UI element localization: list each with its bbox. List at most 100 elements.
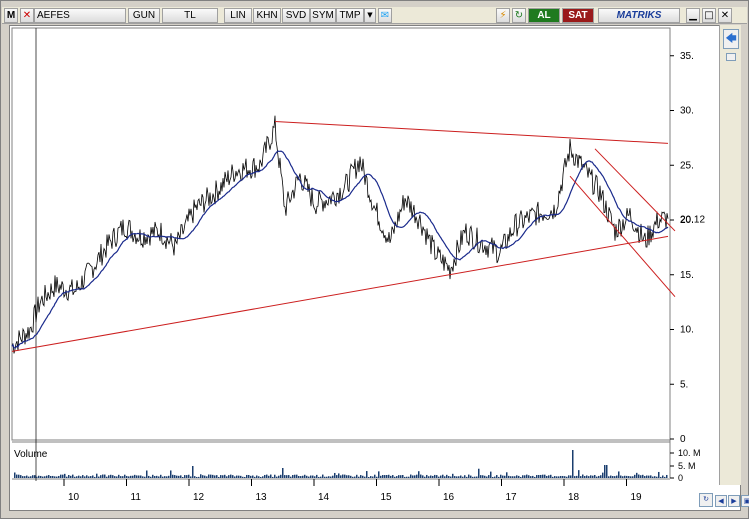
chart-area[interactable]: 35. 30. 25. 20. 15. 10. 5. 0 20.12 10 11 12 13 14 15 16… <box>9 25 741 511</box>
tmp-button[interactable]: TMP <box>336 8 364 23</box>
x-tick-label: 11 <box>131 492 142 503</box>
volume-bar <box>416 474 418 478</box>
volume-bar <box>90 476 92 478</box>
volume-bar <box>102 474 104 478</box>
volume-bar <box>48 475 50 478</box>
volume-bar <box>240 475 242 478</box>
volume-bar <box>572 450 574 478</box>
volume-bar <box>544 474 546 478</box>
volume-bar <box>26 475 28 478</box>
close-icon[interactable]: ✕ <box>718 8 732 23</box>
volume-bar <box>500 474 502 478</box>
volume-tick-label: 5. M <box>678 461 696 471</box>
volume-bar <box>616 475 618 478</box>
volume-bar <box>320 476 322 478</box>
refresh-icon[interactable]: ↻ <box>699 493 713 507</box>
volume-bar <box>436 475 438 478</box>
volume-bar <box>542 474 544 478</box>
volume-bar <box>590 475 592 478</box>
volume-bar <box>618 471 620 478</box>
volume-bar <box>586 475 588 478</box>
volume-bar <box>422 475 424 478</box>
volume-bar <box>222 475 224 478</box>
volume-bar <box>350 475 352 478</box>
menu-button[interactable]: M <box>4 8 18 23</box>
volume-bar <box>494 476 496 478</box>
volume-bar <box>58 475 60 478</box>
volume-bar <box>432 475 434 478</box>
x-tick-label: 15 <box>381 492 393 503</box>
arrow-left-icon[interactable]: 🡄 <box>723 29 739 49</box>
volume-bar <box>128 476 130 478</box>
volume-bar <box>464 475 466 478</box>
symbol-field[interactable]: AEFES <box>34 8 126 23</box>
volume-bar <box>20 475 22 478</box>
sell-button[interactable]: SAT <box>562 8 594 23</box>
scroll-left-icon[interactable]: ◀ <box>715 495 727 507</box>
volume-bar <box>242 476 244 478</box>
volume-bar <box>218 476 220 478</box>
volume-bar <box>54 476 56 478</box>
volume-bar <box>600 475 602 478</box>
volume-bar <box>548 475 550 478</box>
volume-bar <box>630 476 632 478</box>
volume-bar <box>596 476 598 478</box>
small-square-icon[interactable] <box>726 53 736 61</box>
svd-button[interactable]: SVD <box>282 8 310 23</box>
volume-bar <box>314 476 316 478</box>
volume-bar <box>176 475 178 478</box>
sym-button[interactable]: SYM <box>310 8 336 23</box>
volume-tick-label: 10. M <box>678 448 701 458</box>
volume-bar <box>478 468 480 478</box>
lightning-icon[interactable]: ⚡ <box>496 8 510 23</box>
last-price-label: 20.12 <box>680 215 705 226</box>
fit-icon[interactable]: ▣ <box>741 495 749 507</box>
volume-bar <box>502 475 504 478</box>
volume-bar <box>116 476 118 478</box>
volume-bar <box>624 475 626 478</box>
currency-button[interactable]: TL <box>162 8 218 23</box>
cross-icon[interactable]: ✕ <box>20 8 34 23</box>
volume-bar <box>658 471 660 478</box>
volume-bar <box>506 472 508 478</box>
volume-bar <box>552 476 554 478</box>
volume-bar <box>308 476 310 478</box>
volume-bar <box>16 474 18 478</box>
volume-bar <box>584 476 586 478</box>
minimize-icon[interactable]: ▁ <box>686 8 700 23</box>
volume-bar <box>88 476 90 478</box>
x-tick-label: 13 <box>256 492 268 503</box>
volume-bar <box>148 475 150 478</box>
toolbar: M ✕ AEFES GUN TL LIN KHN SVD SYM TMP ▼ ✉… <box>2 7 747 24</box>
volume-bar <box>374 474 376 478</box>
khn-button[interactable]: KHN <box>253 8 281 23</box>
volume-bar <box>230 474 232 478</box>
volume-bar <box>368 476 370 478</box>
buy-button[interactable]: AL <box>528 8 560 23</box>
volume-bar <box>66 476 68 478</box>
volume-bar <box>40 475 42 478</box>
volume-bar <box>46 475 48 478</box>
volume-bar <box>348 475 350 478</box>
volume-bar <box>106 476 108 478</box>
volume-bar <box>144 476 146 478</box>
volume-bar <box>28 476 30 478</box>
bird-icon[interactable]: ✉ <box>378 8 392 23</box>
refresh-icon[interactable]: ↻ <box>512 8 526 23</box>
volume-bar <box>610 475 612 478</box>
volume-bar <box>380 475 382 478</box>
maximize-icon[interactable]: □ <box>702 8 716 23</box>
x-tick-label: 17 <box>506 492 518 503</box>
volume-bar <box>452 473 454 478</box>
volume-bar <box>504 475 506 478</box>
volume-bar <box>438 476 440 478</box>
volume-bar <box>60 474 62 478</box>
volume-bar <box>252 475 254 478</box>
period-button[interactable]: GUN <box>128 8 160 23</box>
scale-button[interactable]: LIN <box>224 8 252 23</box>
tmp-dropdown-icon[interactable]: ▼ <box>364 8 376 23</box>
scroll-right-icon[interactable]: ▶ <box>728 495 740 507</box>
volume-bar <box>640 475 642 478</box>
volume-bar <box>592 475 594 478</box>
volume-bar <box>608 476 610 478</box>
